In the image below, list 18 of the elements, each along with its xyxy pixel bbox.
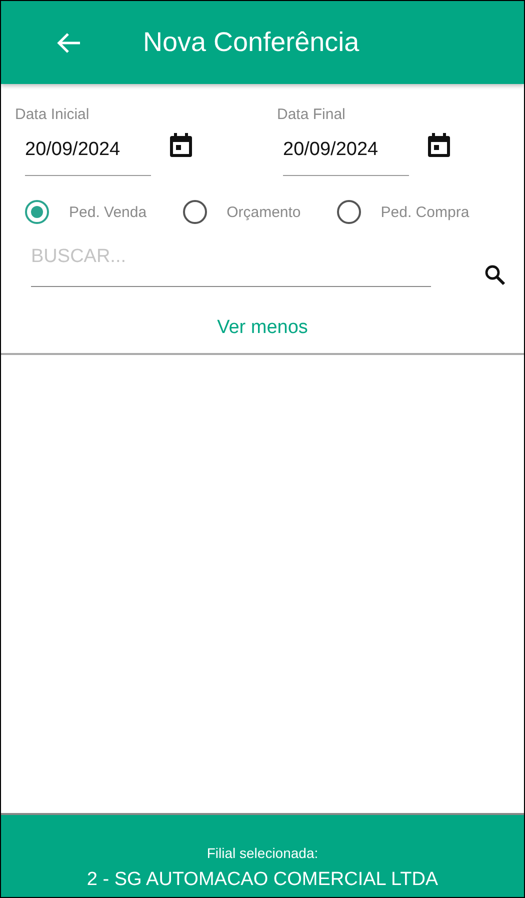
branch-name: 2 - SG AUTOMACAO COMERCIAL LTDA xyxy=(86,869,438,891)
screen-title: Nova Conferência xyxy=(143,27,360,58)
search-button[interactable] xyxy=(483,263,507,287)
date-field[interactable]: 20/09/2024 xyxy=(283,131,409,176)
search-icon xyxy=(483,263,507,287)
calendar-icon xyxy=(427,132,451,158)
order-type-radio[interactable]: Ped. Venda xyxy=(25,200,147,224)
calendar-button[interactable] xyxy=(425,131,453,159)
order-type-radio[interactable]: Orçamento xyxy=(182,200,301,224)
date-label: Data Final xyxy=(277,106,346,123)
calendar-icon xyxy=(169,132,193,158)
order-type-radio[interactable]: Ped. Compra xyxy=(336,200,470,224)
footer-caption: Filial selecionada: xyxy=(206,845,318,861)
date-field[interactable]: 20/09/2024 xyxy=(25,131,151,176)
back-arrow-icon xyxy=(56,32,82,54)
calendar-button[interactable] xyxy=(167,131,195,159)
date-label: Data Inicial xyxy=(15,106,90,123)
ver-menos-link[interactable]: Ver menos xyxy=(217,317,308,339)
